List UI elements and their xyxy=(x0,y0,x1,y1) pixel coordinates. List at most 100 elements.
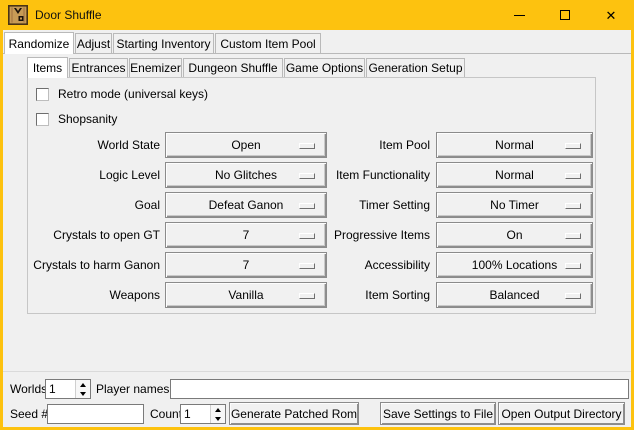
count-label: Count xyxy=(150,407,182,421)
tab-label: Randomize xyxy=(9,37,70,51)
item-pool-label: Item Pool xyxy=(273,138,430,152)
minimize-button[interactable] xyxy=(496,0,542,30)
subtab-items[interactable]: Items xyxy=(27,57,68,78)
tab-label: Custom Item Pool xyxy=(220,37,315,51)
spin-down-button[interactable] xyxy=(76,389,90,398)
button-label: Save Settings to File xyxy=(383,407,493,421)
dropdown-value: Vanilla xyxy=(228,288,263,302)
crystals-ganon-label: Crystals to harm Ganon xyxy=(13,258,160,272)
up-arrow-icon xyxy=(215,408,221,412)
subtab-label: Entrances xyxy=(71,61,125,75)
timer-setting-dropdown[interactable]: No Timer xyxy=(436,192,593,218)
dropdown-value: Normal xyxy=(495,168,534,182)
subtab-label: Generation Setup xyxy=(368,61,462,75)
dropdown-value: Open xyxy=(231,138,260,152)
dropdown-value: 7 xyxy=(243,258,250,272)
spin-down-button[interactable] xyxy=(211,414,225,423)
spinner-arrows xyxy=(210,405,225,423)
button-label: Generate Patched Rom xyxy=(231,407,357,421)
button-label: Open Output Directory xyxy=(501,407,621,421)
minimize-icon xyxy=(514,15,525,16)
close-button[interactable]: ✕ xyxy=(588,0,634,30)
weapons-label: Weapons xyxy=(13,288,160,302)
dropdown-value: No Glitches xyxy=(215,168,277,182)
logic-level-label: Logic Level xyxy=(13,168,160,182)
subtab-label: Dungeon Shuffle xyxy=(188,61,277,75)
save-settings-button[interactable]: Save Settings to File xyxy=(380,402,496,425)
dropdown-value: 100% Locations xyxy=(472,258,557,272)
dropdown-value: Balanced xyxy=(489,288,539,302)
dropdown-value: Normal xyxy=(495,138,534,152)
up-arrow-icon xyxy=(80,383,86,387)
worlds-input[interactable] xyxy=(46,380,75,398)
worlds-spinner[interactable] xyxy=(45,379,91,399)
subtab-dungeon-shuffle[interactable]: Dungeon Shuffle xyxy=(183,58,283,77)
subtab-label: Game Options xyxy=(286,61,363,75)
checkbox-box[interactable] xyxy=(36,113,49,126)
subtab-label: Enemizer xyxy=(130,61,181,75)
dropdown-indicator-icon xyxy=(565,263,581,269)
world-state-label: World State xyxy=(13,138,160,152)
checkbox-label: Retro mode (universal keys) xyxy=(58,87,208,101)
generate-patched-rom-button[interactable]: Generate Patched Rom xyxy=(229,402,359,425)
seed-input[interactable] xyxy=(47,404,144,424)
down-arrow-icon xyxy=(215,417,221,421)
tab-label: Starting Inventory xyxy=(116,37,210,51)
window-controls: ✕ xyxy=(496,0,634,30)
subtab-enemizer[interactable]: Enemizer xyxy=(129,58,182,77)
client-area: Randomize Adjust Starting Inventory Cust… xyxy=(3,30,631,427)
player-names-label: Player names xyxy=(96,382,169,396)
subtab-generation-setup[interactable]: Generation Setup xyxy=(366,58,465,77)
tab-label: Adjust xyxy=(77,37,110,51)
down-arrow-icon xyxy=(80,392,86,396)
titlebar: Door Shuffle ✕ xyxy=(0,0,634,30)
item-sorting-label: Item Sorting xyxy=(273,288,430,302)
door-shuffle-app-icon xyxy=(8,5,28,25)
dropdown-indicator-icon xyxy=(565,293,581,299)
subtab-entrances[interactable]: Entrances xyxy=(69,58,128,77)
checkbox-box[interactable] xyxy=(36,88,49,101)
close-icon: ✕ xyxy=(606,9,617,22)
subtab-label: Items xyxy=(33,61,62,75)
open-output-directory-button[interactable]: Open Output Directory xyxy=(498,402,625,425)
dropdown-indicator-icon xyxy=(565,143,581,149)
spin-up-button[interactable] xyxy=(211,405,225,414)
maximize-icon xyxy=(560,10,570,20)
crystals-gt-label: Crystals to open GT xyxy=(13,228,160,242)
footer-divider xyxy=(3,371,631,372)
count-input[interactable] xyxy=(181,405,210,423)
item-functionality-label: Item Functionality xyxy=(273,168,430,182)
progressive-items-dropdown[interactable]: On xyxy=(436,222,593,248)
accessibility-dropdown[interactable]: 100% Locations xyxy=(436,252,593,278)
timer-setting-label: Timer Setting xyxy=(273,198,430,212)
tab-starting-inventory[interactable]: Starting Inventory xyxy=(113,33,214,53)
count-spinner[interactable] xyxy=(180,404,226,424)
retro-mode-checkbox[interactable]: Retro mode (universal keys) xyxy=(36,87,208,101)
maximize-button[interactable] xyxy=(542,0,588,30)
tab-custom-item-pool[interactable]: Custom Item Pool xyxy=(215,33,321,53)
accessibility-label: Accessibility xyxy=(273,258,430,272)
window-title: Door Shuffle xyxy=(35,8,102,22)
item-pool-dropdown[interactable]: Normal xyxy=(436,132,593,158)
spin-up-button[interactable] xyxy=(76,380,90,389)
tab-randomize[interactable]: Randomize xyxy=(4,32,74,54)
seed-label: Seed # xyxy=(10,407,48,421)
subtab-game-options[interactable]: Game Options xyxy=(284,58,365,77)
worlds-label: Worlds xyxy=(10,382,47,396)
tab-adjust[interactable]: Adjust xyxy=(75,33,112,53)
door-shuffle-window: Door Shuffle ✕ Randomize Adjust Starting… xyxy=(0,0,634,430)
dropdown-indicator-icon xyxy=(565,173,581,179)
dropdown-value: On xyxy=(506,228,522,242)
spinner-arrows xyxy=(75,380,90,398)
dropdown-indicator-icon xyxy=(565,233,581,239)
main-tab-divider xyxy=(3,53,631,54)
player-names-input[interactable] xyxy=(170,379,629,399)
dropdown-indicator-icon xyxy=(565,203,581,209)
shopsanity-checkbox[interactable]: Shopsanity xyxy=(36,112,117,126)
checkbox-label: Shopsanity xyxy=(58,112,117,126)
progressive-items-label: Progressive Items xyxy=(273,228,430,242)
dropdown-value: No Timer xyxy=(490,198,539,212)
dropdown-value: 7 xyxy=(243,228,250,242)
item-functionality-dropdown[interactable]: Normal xyxy=(436,162,593,188)
item-sorting-dropdown[interactable]: Balanced xyxy=(436,282,593,308)
